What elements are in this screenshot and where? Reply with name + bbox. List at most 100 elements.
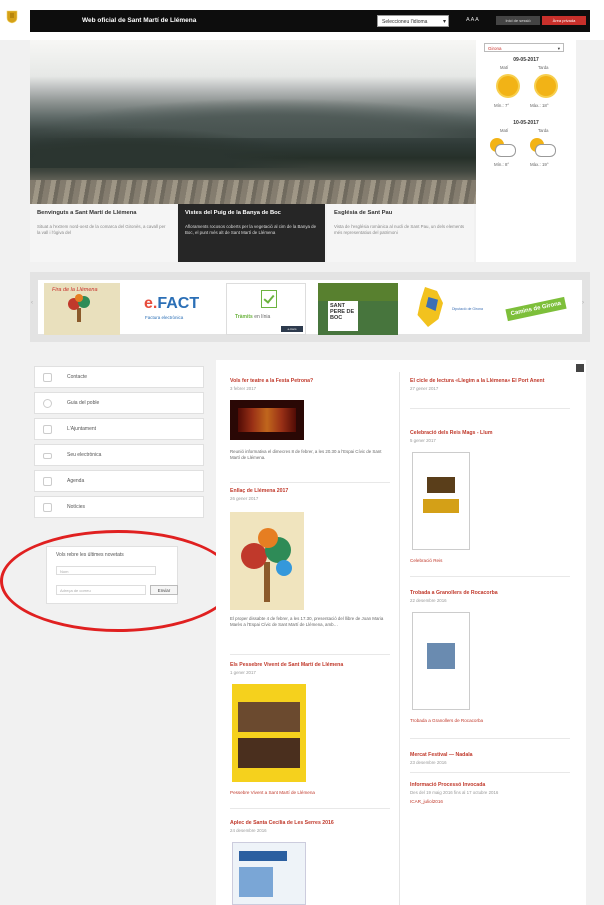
partner-logo-fira[interactable]: Fira de la Llémena [44,283,120,335]
newspaper-icon [43,503,52,512]
hero-caption-title: Església de Sant Pau [334,210,393,216]
weather-label-morning: Matí [500,128,509,133]
checkmark-icon [261,290,277,308]
sidebar-item-guia[interactable]: Guia del poble [34,392,204,414]
hero-landscape-image [30,40,476,204]
login-button[interactable]: Inici de sessió [496,16,540,25]
news-item-title[interactable]: Mercat Festival — Nadala [410,752,570,759]
news-item-image[interactable] [412,452,470,550]
news-item-image[interactable] [232,842,306,905]
weather-min-temp: Mín.: 7° [494,103,510,108]
weather-max-temp: Màx.: 19° [530,162,549,167]
news-item[interactable]: Informació Processó Invocada Des del 19 … [410,782,570,804]
logo-text: Tràmits en línia [235,314,270,320]
grid-view-icon[interactable] [576,364,584,372]
partner-logo-efact[interactable]: e.FACT Factura electrònica [134,283,214,335]
tree-icon [68,294,90,322]
news-item-date: 24 desembre 2016 [230,828,267,833]
sidebar-item-noticies[interactable]: Notícies [34,496,204,518]
news-item-date: 23 desembre 2016 [410,760,447,765]
partner-logo-sant-pere[interactable]: SANT PERE DE BOC [318,283,398,335]
weather-widget: Girona ▾ 09-05-2017 Matí Tarda Mín.: 7° M… [476,40,576,262]
site-header: Web oficial de Sant Martí de Llémena Sel… [0,0,604,40]
sidebar-item-contacte[interactable]: Contacte [34,366,204,388]
logo-flag: e-tram [281,326,303,332]
news-item-title[interactable]: Vols fer teatre a la Festa Petrona? [230,378,390,385]
news-item-link[interactable]: ICAR_juliol2016 [410,799,570,804]
hero-caption-3[interactable]: Església de Sant Pau Vista de l'església… [327,204,474,262]
divider [410,576,570,577]
news-item-title[interactable]: Informació Processó Invocada [410,782,570,789]
site-title[interactable]: Web oficial de Sant Martí de Llémena [82,17,196,24]
divider [410,408,570,409]
weather-max-temp: Màx.: 18° [530,103,549,108]
divider [230,482,390,483]
weather-label-morning: Matí [500,65,509,70]
weather-location-select[interactable]: Girona ▾ [484,43,564,52]
news-item-title[interactable]: Aplec de Santa Cecília de Les Serres 201… [230,820,390,827]
column-divider [399,372,400,905]
weather-date: 10-05-2017 [513,120,539,126]
news-item-date: 27 gener 2017 [410,386,439,391]
carousel-prev-icon[interactable]: ‹ [31,300,33,306]
news-item-summary: Reunió informativa el dimecres 8 de febr… [230,449,382,460]
news-item-title[interactable]: Enllaç de Llémena 2017 [230,488,390,495]
news-item-image[interactable] [232,684,306,782]
news-item-image[interactable] [412,612,470,710]
news-item-date: 3 febrer 2017 [230,386,257,391]
logo-text: Camins de Girona [505,296,567,322]
partner-logo-diputacio[interactable]: Diputació de Girona [410,283,486,335]
hero-caption-2-active[interactable]: Vistes del Puig de la Banya de Boc Aflor… [178,204,325,262]
news-item-link[interactable]: Celebració Reis [410,558,570,563]
news-item[interactable]: Celebració dels Reis Mags - Llum 5 gener… [410,430,570,443]
hero-forest-ridge [30,128,310,168]
admin-button[interactable]: Àrea privada [542,16,586,25]
hero-rocks [30,180,476,204]
sun-icon [498,76,518,96]
news-item[interactable]: El cicle de lectura «Llegim a la Llémena… [410,378,570,391]
sidebar-item-agenda[interactable]: Agenda [34,470,204,492]
news-item[interactable]: Enllaç de Llémena 2017 26 gener 2017 [230,488,390,501]
divider [410,738,570,739]
map-pin-icon [43,399,52,408]
partner-logo-tramits[interactable]: Tràmits en línia e-tram [226,283,306,335]
building-icon [43,425,52,434]
sidebar-item-label: Contacte [67,374,88,380]
sidebar-item-ajuntament[interactable]: L'Ajuntament [34,418,204,440]
sidebar-nav: Contacte Guia del poble L'Ajuntament Seu… [34,366,204,522]
logo-text-bold: Tràmits [235,314,253,320]
news-item[interactable]: Els Pessebre Vivent de Sant Martí de Llé… [230,662,390,675]
hero-caption-title: Benvinguts a Sant Martí de Llémena [37,210,137,216]
news-item-image[interactable] [230,400,304,440]
news-item-title[interactable]: Celebració dels Reis Mags - Llum [410,430,570,437]
language-select[interactable]: Seleccioneu l'idioma ▾ [377,15,449,27]
calendar-icon [43,477,52,486]
hero-caption-text: Afloraments rocosos coberts per la veget… [185,224,317,235]
news-item[interactable]: Trobada a Granollers de Rocacorba 22 des… [410,590,570,603]
sidebar: Contacte Guia del poble L'Ajuntament Seu… [30,360,206,905]
news-item-link[interactable]: Pessebre Vivent a Sant Martí de Llémena [230,790,390,795]
sidebar-item-seu[interactable]: Seu electrònica [34,444,204,466]
news-item-link[interactable]: Trobada a Granollers de Rocacorba [410,718,570,723]
news-item-title[interactable]: Els Pessebre Vivent de Sant Martí de Llé… [230,662,390,669]
carousel-next-icon[interactable]: › [582,300,584,306]
news-item-date: Des del 19 maig 2016 fins al 17 octubre … [410,790,499,795]
logo-text-sub: en línia [254,314,271,320]
weather-label-afternoon: Tarda [538,65,549,70]
hero-caption-1[interactable]: Benvinguts a Sant Martí de Llémena Situa… [30,204,177,262]
news-item[interactable]: Vols fer teatre a la Festa Petrona? 3 fe… [230,378,390,391]
chevron-down-icon: ▾ [442,19,446,25]
news-item-title[interactable]: El cicle de lectura «Llegim a la Llémena… [410,378,570,385]
town-crest-icon[interactable] [6,10,18,24]
news-item-image[interactable] [230,512,304,610]
sidebar-item-label: Notícies [67,504,86,510]
logo-text-fact: FACT [157,295,200,312]
hero-slider[interactable]: Benvinguts a Sant Martí de Llémena Situa… [30,40,476,262]
sidebar-item-label: Agenda [67,478,85,484]
news-item-title[interactable]: Trobada a Granollers de Rocacorba [410,590,570,597]
news-item[interactable]: Aplec de Santa Cecília de Les Serres 201… [230,820,390,833]
font-size-controls[interactable]: A A A [466,17,479,23]
partner-logo-camins[interactable]: Camins de Girona [498,283,574,335]
chevron-down-icon: ▾ [557,46,560,51]
news-item[interactable]: Mercat Festival — Nadala 23 desembre 201… [410,752,570,765]
